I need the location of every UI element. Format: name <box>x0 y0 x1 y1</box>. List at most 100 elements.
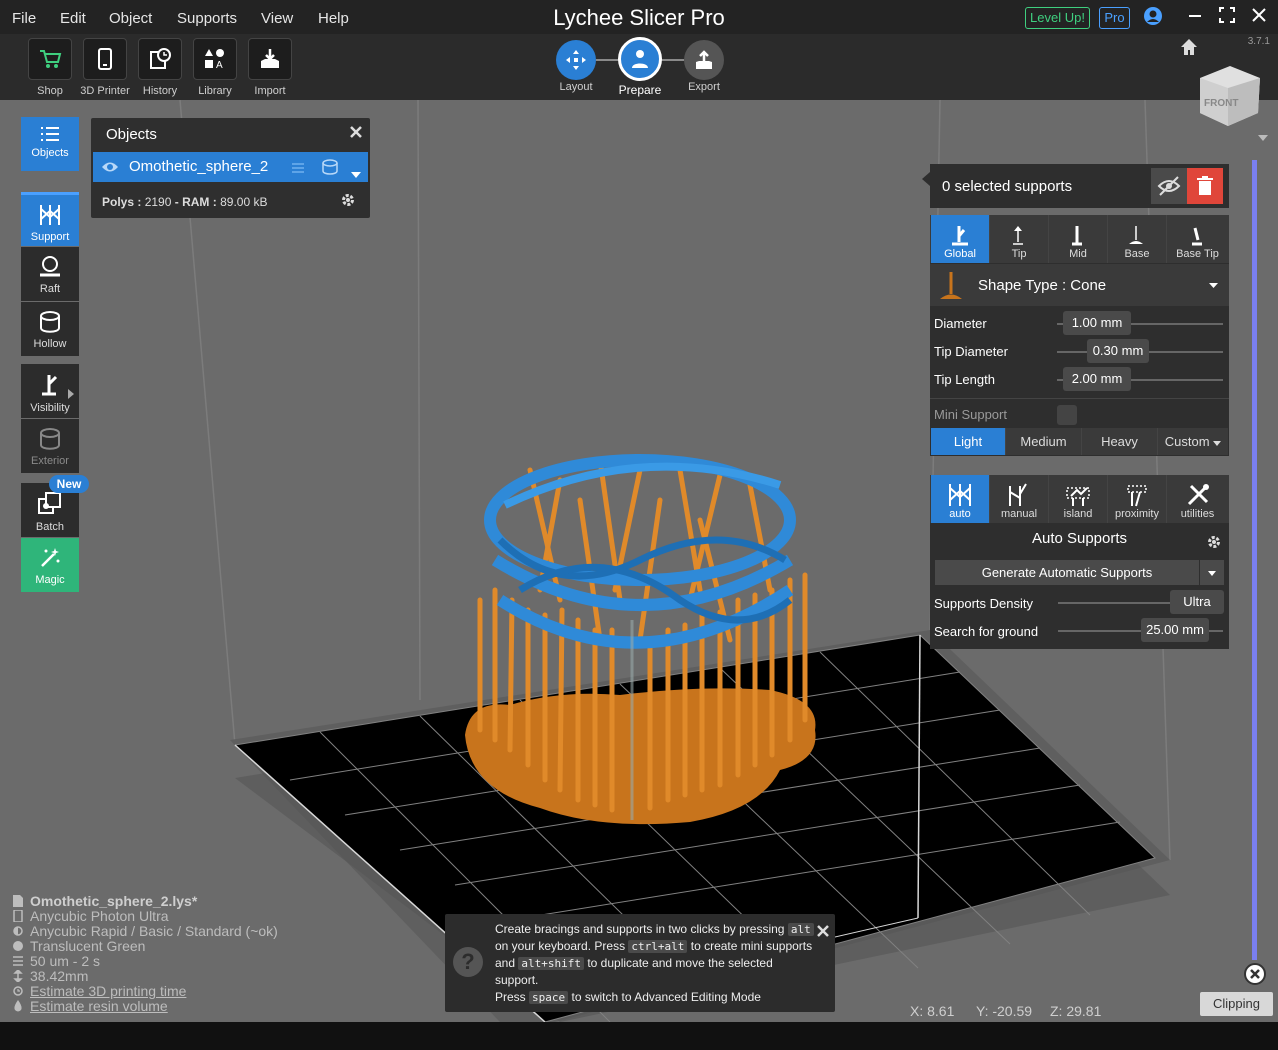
clock-icon <box>13 986 23 996</box>
preset-medium[interactable]: Medium <box>1006 428 1082 455</box>
diameter-input[interactable]: 1.00 mm <box>1063 311 1131 335</box>
hide-supports-button[interactable] <box>1151 168 1187 204</box>
object-list-icon[interactable] <box>291 161 305 179</box>
tip-line-5a: Press <box>495 990 526 1004</box>
estimate-resin-link[interactable]: Estimate resin volume <box>13 998 168 1014</box>
tab-global[interactable]: Global <box>931 215 990 263</box>
clipping-button[interactable]: Clipping <box>1200 992 1273 1016</box>
menu-bar: File Edit Object Supports View Help Lych… <box>0 0 1278 34</box>
tab-utilities[interactable]: utilities <box>1167 475 1228 523</box>
layout-step[interactable] <box>556 40 596 80</box>
base-icon <box>1129 226 1143 244</box>
tip-line-2b: to create mini supports <box>690 939 813 953</box>
close-window-icon[interactable] <box>1248 6 1270 28</box>
tab-tip[interactable]: Tip <box>990 215 1049 263</box>
kbd-ctrl-alt: ctrl+alt <box>628 940 688 953</box>
layers-icon <box>13 956 23 966</box>
density-value[interactable]: Ultra <box>1170 590 1224 614</box>
file-name: Omothetic_sphere_2.lys* <box>30 893 198 909</box>
minimize-icon[interactable] <box>1184 6 1206 28</box>
prepare-label: Prepare <box>618 83 662 97</box>
export-step[interactable] <box>684 40 724 80</box>
view-cube[interactable]: FRONT <box>1198 58 1262 133</box>
maximize-icon[interactable] <box>1216 6 1238 28</box>
tab-base[interactable]: Base <box>1108 215 1167 263</box>
object-dropdown-icon[interactable] <box>351 165 361 183</box>
preset-heavy[interactable]: Heavy <box>1082 428 1158 455</box>
delete-supports-button[interactable] <box>1187 168 1223 204</box>
support-tab-label: Support <box>30 231 70 243</box>
clipping-slider-track[interactable] <box>1252 160 1257 960</box>
preset-light[interactable]: Light <box>931 428 1006 455</box>
3d-printer-button[interactable] <box>83 38 127 80</box>
tab-proximity[interactable]: proximity <box>1108 475 1167 523</box>
support-tab[interactable]: Support <box>21 192 79 246</box>
tab-auto[interactable]: auto <box>931 475 990 523</box>
magic-tab[interactable]: Magic <box>21 538 79 592</box>
library-button[interactable]: A <box>193 38 237 80</box>
generate-dropdown-button[interactable] <box>1200 560 1224 585</box>
hollow-icon <box>40 311 60 333</box>
visibility-expand-icon[interactable] <box>68 386 74 404</box>
tip-diameter-label: Tip Diameter <box>934 344 1008 359</box>
object-settings-icon[interactable] <box>341 193 355 212</box>
eye-icon[interactable] <box>101 160 119 179</box>
support-person-icon <box>632 50 648 68</box>
eye-off-icon <box>1157 176 1181 196</box>
tab-base-tip-label: Base Tip <box>1176 248 1219 260</box>
shape-type-label: Shape Type : Cone <box>978 277 1107 294</box>
close-panel-icon[interactable] <box>350 125 362 143</box>
ground-value[interactable]: 25.00 mm <box>1141 618 1209 642</box>
object-row[interactable]: Omothetic_sphere_2 <box>93 152 368 182</box>
mini-support-label: Mini Support <box>934 407 1007 422</box>
tip-length-label: Tip Length <box>934 372 995 387</box>
home-icon[interactable] <box>1180 38 1198 61</box>
tip-line-4: support. <box>495 973 539 987</box>
tab-island[interactable]: island <box>1049 475 1108 523</box>
kbd-alt-shift: alt+shift <box>518 957 584 970</box>
preset-custom[interactable]: Custom <box>1158 428 1228 455</box>
mini-support-checkbox[interactable] <box>1057 405 1077 425</box>
trash-icon <box>1197 176 1213 195</box>
raft-tab[interactable]: Raft <box>21 247 79 301</box>
selected-supports-count: 0 selected supports <box>942 178 1073 195</box>
tab-mid[interactable]: Mid <box>1049 215 1108 263</box>
tip-length-input[interactable]: 2.00 mm <box>1063 367 1131 391</box>
tab-manual-label: manual <box>1000 508 1038 520</box>
resin-name: Anycubic Rapid / Basic / Standard (~ok) <box>30 923 278 939</box>
layout-label: Layout <box>559 81 593 93</box>
island-icon <box>1066 487 1090 506</box>
tip-icon <box>1013 226 1023 245</box>
estimate-time-link[interactable]: Estimate 3D printing time <box>13 983 186 999</box>
level-up-button[interactable]: Level Up! <box>1025 7 1090 29</box>
import-icon <box>261 49 279 68</box>
tab-base-tip[interactable]: Base Tip <box>1167 215 1228 263</box>
account-icon[interactable] <box>1142 6 1164 28</box>
tab-manual[interactable]: manual <box>990 475 1049 523</box>
shop-button[interactable] <box>28 38 72 80</box>
close-circle-icon <box>1250 969 1260 979</box>
clipping-handle[interactable] <box>1244 963 1266 985</box>
height-icon <box>13 970 23 982</box>
exterior-tab-label: Exterior <box>31 455 69 467</box>
view-cube-dropdown-icon[interactable] <box>1258 128 1268 146</box>
history-button[interactable] <box>138 38 182 80</box>
drop-icon <box>14 1000 22 1012</box>
list-icon <box>41 127 59 141</box>
polys-value: 2190 <box>144 195 172 209</box>
generate-supports-button[interactable]: Generate Automatic Supports <box>935 560 1199 585</box>
objects-tab[interactable]: Objects <box>21 117 79 171</box>
shape-type-select[interactable]: Shape Type : Cone <box>930 264 1229 306</box>
magic-wand-icon <box>41 548 60 567</box>
import-button[interactable] <box>248 38 292 80</box>
exterior-tab: Exterior <box>21 419 79 473</box>
hollow-tab[interactable]: Hollow <box>21 302 79 356</box>
auto-settings-icon[interactable] <box>1207 535 1221 554</box>
version-label: 3.7.1 <box>1247 36 1270 47</box>
object-hollow-icon[interactable] <box>321 158 339 181</box>
library-icon: A <box>205 49 224 70</box>
tip-diameter-input[interactable]: 0.30 mm <box>1087 339 1149 363</box>
pro-badge[interactable]: Pro <box>1099 7 1130 29</box>
prepare-step[interactable] <box>618 37 662 81</box>
batch-tab-label: Batch <box>35 521 65 533</box>
